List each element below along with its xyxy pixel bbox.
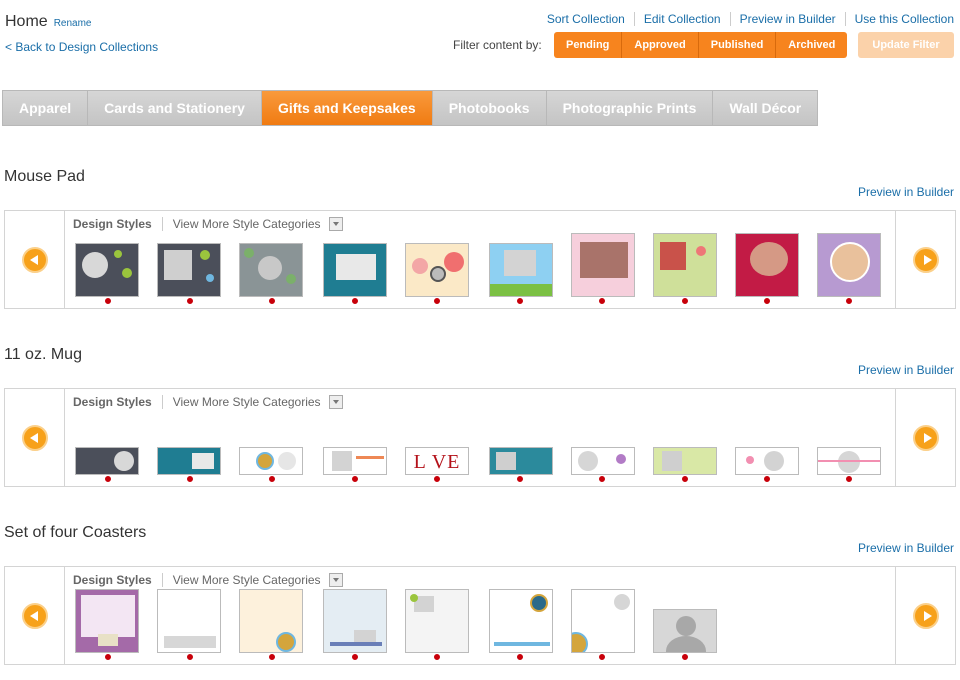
design-thumbnail[interactable] [75,447,139,475]
view-more-styles-link[interactable]: View More Style Categories [163,573,321,587]
filter-approved-button[interactable]: Approved [622,32,699,58]
view-more-styles-link[interactable]: View More Style Categories [163,395,321,409]
section-title: Mouse Pad [4,168,85,185]
design-carousel: Design Styles View More Style Categories… [4,388,956,487]
design-thumbnail[interactable] [239,589,303,653]
design-styles-bar: Design Styles View More Style Categories [73,217,343,231]
arrow-left-icon [22,425,48,451]
category-tabs: Apparel Cards and Stationery Gifts and K… [2,90,819,126]
arrow-left-icon [22,247,48,273]
tab-wall-decor[interactable]: Wall Décor [713,91,818,125]
tab-apparel[interactable]: Apparel [3,91,89,125]
design-thumbnail[interactable] [405,243,469,297]
design-thumbnail[interactable] [239,243,303,297]
arrow-left-icon [22,603,48,629]
back-link[interactable]: < Back to Design Collections [5,40,158,54]
design-thumbnail[interactable] [489,447,553,475]
home-title: Home [5,13,48,30]
design-styles-label: Design Styles [73,573,163,587]
sort-collection-link[interactable]: Sort Collection [538,12,634,26]
chevron-down-icon[interactable] [328,217,343,231]
tab-photographic-prints[interactable]: Photographic Prints [546,91,714,125]
design-thumbnail[interactable] [735,233,799,297]
filter-button-group: Pending Approved Published Archived [554,32,848,58]
design-thumbnail[interactable] [735,447,799,475]
design-thumbnail[interactable] [323,589,387,653]
design-thumbnail[interactable] [571,447,635,475]
preview-in-builder-link[interactable]: Preview in Builder [858,185,954,199]
carousel-prev-button[interactable] [5,211,65,308]
design-thumbnail[interactable] [323,243,387,297]
chevron-down-icon[interactable] [328,573,343,587]
love-text: L VE [413,451,461,473]
arrow-right-icon [913,247,939,273]
design-thumbnail[interactable] [157,589,221,653]
design-thumbnail[interactable] [157,243,221,297]
design-thumbnail[interactable] [75,243,139,297]
design-thumbnail[interactable] [489,243,553,297]
filter-published-button[interactable]: Published [698,32,777,58]
design-thumbnail[interactable] [239,447,303,475]
thumbnail-row [75,589,887,661]
view-more-styles-link[interactable]: View More Style Categories [163,217,321,231]
thumbnail-row [75,233,887,305]
carousel-prev-button[interactable] [5,389,65,486]
carousel-prev-button[interactable] [5,567,65,664]
design-carousel: Design Styles View More Style Categories [4,566,956,665]
design-thumbnail[interactable] [571,589,635,653]
design-thumbnail[interactable] [157,447,221,475]
filter-pending-button[interactable]: Pending [554,32,623,58]
design-thumbnail[interactable] [817,447,881,475]
section-title: Set of four Coasters [4,524,147,541]
design-carousel: Design Styles View More Style Categories [4,210,956,309]
page-title: Home Rename [5,13,92,31]
carousel-next-button[interactable] [895,567,955,664]
chevron-down-icon[interactable] [328,395,343,409]
filter-label: Filter content by: [453,38,542,52]
design-styles-bar: Design Styles View More Style Categories [73,573,343,587]
design-thumbnail[interactable] [75,589,139,653]
design-styles-label: Design Styles [73,217,163,231]
tab-cards-and-stationery[interactable]: Cards and Stationery [88,91,262,125]
tab-gifts-and-keepsakes[interactable]: Gifts and Keepsakes [261,91,433,125]
design-thumbnail[interactable] [817,233,881,297]
arrow-right-icon [913,425,939,451]
collection-actions: Sort Collection Edit Collection Preview … [538,12,954,26]
tab-photobooks[interactable]: Photobooks [432,91,547,125]
design-thumbnail[interactable] [489,589,553,653]
design-thumbnail[interactable] [653,233,717,297]
design-thumbnail[interactable]: L VE [405,447,469,475]
design-thumbnail[interactable] [653,609,717,653]
edit-collection-link[interactable]: Edit Collection [633,12,730,26]
section-title: 11 oz. Mug [4,346,82,363]
design-styles-bar: Design Styles View More Style Categories [73,395,343,409]
design-thumbnail[interactable] [571,233,635,297]
rename-link[interactable]: Rename [54,18,92,29]
preview-in-builder-link[interactable]: Preview in Builder [858,541,954,555]
filter-archived-button[interactable]: Archived [776,32,848,58]
arrow-right-icon [913,603,939,629]
thumbnail-row: L VE [75,419,887,483]
carousel-next-button[interactable] [895,389,955,486]
use-collection-link[interactable]: Use this Collection [844,12,954,26]
design-thumbnail[interactable] [405,589,469,653]
preview-in-builder-link[interactable]: Preview in Builder [729,12,845,26]
update-filter-button[interactable]: Update Filter [858,32,954,58]
design-thumbnail[interactable] [323,447,387,475]
design-thumbnail[interactable] [653,447,717,475]
design-styles-label: Design Styles [73,395,163,409]
carousel-next-button[interactable] [895,211,955,308]
preview-in-builder-link[interactable]: Preview in Builder [858,363,954,377]
